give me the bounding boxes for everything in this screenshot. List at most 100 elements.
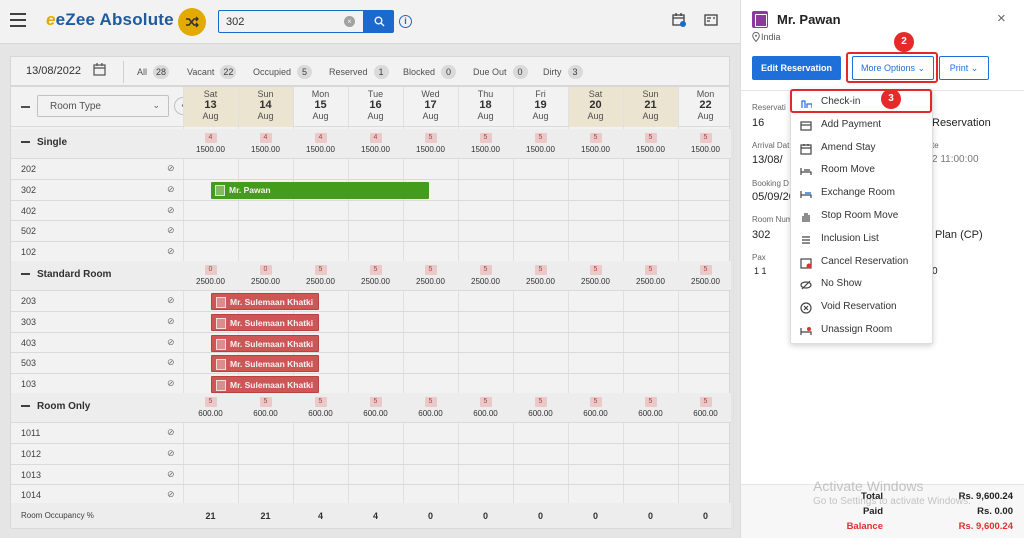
search-box[interactable]: × (218, 10, 364, 33)
print-button[interactable]: Print ⌄ (939, 56, 989, 80)
date-header-cell[interactable]: Thu 18 Aug (458, 87, 513, 127)
month: Aug (202, 111, 219, 121)
room-number[interactable]: 303 (21, 317, 36, 327)
room-number[interactable]: 503 (21, 358, 36, 368)
booking-bar-sulemaan[interactable]: Mr. Sulemaan Khatki (211, 355, 319, 373)
edit-reservation-button[interactable]: Edit Reservation (752, 56, 841, 80)
shuffle-icon[interactable] (178, 8, 206, 36)
guest-country: India (761, 32, 781, 42)
highlight-more-options (846, 52, 938, 83)
booking-date-label: Booking D (752, 179, 789, 188)
occupancy-value: 0 (482, 511, 488, 521)
collapse-group-icon[interactable] (21, 273, 30, 275)
booking-guest-name: Mr. Sulemaan Khatki (230, 297, 314, 307)
room-number[interactable]: 1012 (21, 449, 41, 459)
room-number[interactable]: 202 (21, 164, 36, 174)
day-of-week: Thu (477, 89, 494, 99)
day-of-week: Sun (257, 89, 274, 99)
paid-label: Paid (862, 506, 883, 517)
eye-off-icon (800, 278, 812, 290)
no-smoking-icon: ⊘ (167, 357, 175, 368)
calendar-add-icon[interactable] (672, 13, 686, 30)
room-number: 302 (752, 229, 771, 241)
search-input[interactable] (219, 11, 329, 32)
date-header-cell[interactable]: Sat 13 Aug (183, 87, 238, 127)
menu-item-void-reservation[interactable]: Void Reservation (791, 296, 934, 318)
filter-due-out[interactable]: Due Out 0 (473, 65, 528, 79)
room-number[interactable]: 1014 (21, 490, 41, 500)
filter-dirty[interactable]: Dirty 3 (543, 65, 583, 79)
available-count: 5 (534, 265, 547, 275)
calendar-icon[interactable] (93, 63, 106, 79)
collapse-group-icon[interactable] (21, 405, 30, 407)
room-rate: 1500.00 (306, 145, 335, 154)
menu-item-no-show[interactable]: No Show (791, 273, 934, 295)
date-header-cell[interactable]: Sun 21 Aug (623, 87, 678, 127)
menu-item-unassign-room[interactable]: Unassign Room (791, 319, 934, 341)
available-count: 5 (699, 397, 712, 407)
room-rate: 1500.00 (636, 145, 665, 154)
room-rate: 2500.00 (691, 277, 720, 286)
date-header-cell[interactable]: Mon 15 Aug (293, 87, 348, 127)
menu-icon[interactable] (10, 13, 26, 27)
room-number[interactable]: 402 (21, 206, 36, 216)
menu-item-cancel-reservation[interactable]: Cancel Reservation (791, 251, 934, 273)
availability-cell: 5 1500.00 (623, 132, 678, 154)
departure-time: 2 11:00:00 (932, 154, 979, 165)
available-count: 5 (314, 397, 327, 407)
menu-item-stop-room-move[interactable]: Stop Room Move (791, 205, 934, 227)
booking-bar-sulemaan[interactable]: Mr. Sulemaan Khatki (211, 313, 319, 331)
menu-item-inclusion-list[interactable]: Inclusion List (791, 228, 934, 250)
room-number[interactable]: 302 (21, 185, 36, 195)
room-rate: 600.00 (418, 409, 443, 418)
date-header-cell[interactable]: Mon 22 Aug (678, 87, 733, 127)
room-number[interactable]: 1013 (21, 470, 41, 480)
available-count: 5 (479, 133, 492, 143)
room-number[interactable]: 502 (21, 226, 36, 236)
booking-bar-sulemaan[interactable]: Mr. Sulemaan Khatki (211, 293, 319, 310)
available-count: 5 (644, 397, 657, 407)
collapse-group-icon[interactable] (21, 141, 30, 143)
room-rate: 2500.00 (306, 277, 335, 286)
date-header-cell[interactable]: Sun 14 Aug (238, 87, 293, 127)
booking-bar-pawan[interactable]: Mr. Pawan (211, 181, 429, 199)
date-header-cell[interactable]: Wed 17 Aug (403, 87, 458, 127)
current-date[interactable]: 13/08/2022 (26, 65, 81, 77)
app-logo[interactable]: eeZee Absolute (46, 10, 174, 30)
filter-reserved[interactable]: Reserved 1 (329, 65, 389, 79)
date-header-cell[interactable]: Fri 19 Aug (513, 87, 568, 127)
month: Aug (642, 111, 659, 121)
filter-occupied[interactable]: Occupied 5 (253, 65, 313, 79)
info-icon[interactable]: i (399, 15, 412, 28)
room-number[interactable]: 1011 (21, 428, 40, 438)
availability-cell: 5 600.00 (678, 396, 733, 418)
room-number[interactable]: 403 (21, 338, 36, 348)
menu-item-add-payment[interactable]: Add Payment (791, 114, 934, 136)
search-button[interactable] (364, 10, 394, 33)
reservation-type: Reservation (932, 117, 991, 129)
day-of-week: Fri (535, 89, 546, 99)
room-number[interactable]: 103 (21, 379, 36, 389)
room-number[interactable]: 203 (21, 296, 36, 306)
booking-bar-sulemaan[interactable]: Mr. Sulemaan Khatki (211, 334, 319, 352)
day-of-week: Mon (696, 89, 715, 99)
availability-cell: 5 600.00 (623, 396, 678, 418)
date-header-cell[interactable]: Tue 16 Aug (348, 87, 403, 127)
card-icon[interactable] (704, 14, 718, 29)
available-count: 0 (204, 265, 217, 275)
day-number: 21 (644, 99, 657, 111)
close-icon[interactable]: × (997, 10, 1006, 27)
booking-bar-sulemaan[interactable]: Mr. Sulemaan Khatki (211, 376, 319, 394)
date-header-cell[interactable]: Sat 20 Aug (568, 87, 623, 127)
menu-item-exchange-room[interactable]: Exchange Room (791, 182, 934, 204)
filter-vacant[interactable]: Vacant 22 (187, 65, 237, 79)
menu-item-amend-stay[interactable]: Amend Stay (791, 137, 934, 159)
menu-item-room-move[interactable]: Room Move (791, 159, 934, 181)
filter-blocked[interactable]: Blocked 0 (403, 65, 457, 79)
reservation-label: Reservati (752, 103, 786, 112)
room-rate: 1500.00 (471, 145, 500, 154)
filter-all[interactable]: All 28 (137, 65, 170, 79)
room-row (11, 312, 731, 333)
room-number[interactable]: 102 (21, 247, 36, 257)
clear-search-icon[interactable]: × (344, 16, 355, 27)
